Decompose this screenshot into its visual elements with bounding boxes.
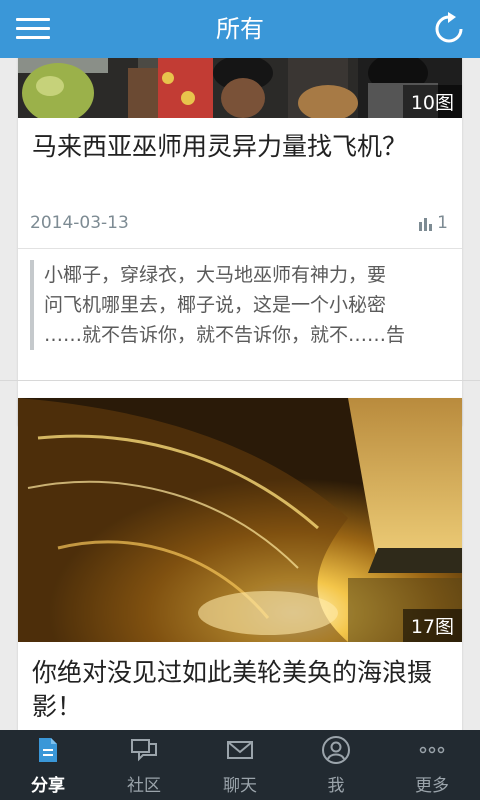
- tab-label: 更多: [415, 776, 449, 796]
- tab-more[interactable]: 更多: [384, 730, 480, 800]
- article-excerpt: 小椰子，穿绿衣，大马地巫师有神力，要 问飞机哪里去，椰子说，这是一个小秘密 ………: [30, 260, 452, 350]
- tab-community[interactable]: 社区: [96, 730, 192, 800]
- tab-label: 聊天: [223, 776, 257, 796]
- article-date: 2014-03-13: [30, 213, 129, 233]
- bottom-tab-bar: 分享 社区 聊天 我 更多: [0, 730, 480, 800]
- tab-chat[interactable]: 聊天: [192, 730, 288, 800]
- article-title[interactable]: 马来西亚巫师用灵异力量找飞机？: [32, 130, 432, 164]
- tab-me[interactable]: 我: [288, 730, 384, 800]
- refresh-icon[interactable]: [432, 12, 466, 46]
- profile-icon: [322, 736, 350, 764]
- card-divider: [18, 248, 462, 249]
- stats-icon: [419, 217, 433, 231]
- feed-card[interactable]: 10图 马来西亚巫师用灵异力量找飞机？ 2014-03-13 1 小椰子，穿绿衣…: [18, 58, 462, 425]
- card-photo[interactable]: 10图: [18, 58, 462, 118]
- more-icon: [419, 746, 445, 754]
- photo-wave: [18, 398, 462, 642]
- card-photo[interactable]: 17图: [18, 398, 462, 642]
- view-count-value: 1: [437, 213, 448, 233]
- feed-card[interactable]: 17图 你绝对没见过如此美轮美奂的海浪摄影！: [18, 398, 462, 730]
- excerpt-line: 问飞机哪里去，椰子说，这是一个小秘密: [44, 294, 387, 316]
- view-count: 1: [419, 213, 448, 233]
- tab-share[interactable]: 分享: [0, 730, 96, 800]
- page-title: 所有: [216, 15, 264, 43]
- tab-label: 社区: [127, 776, 161, 796]
- excerpt-line: ……就不告诉你，就不告诉你，就不……告: [44, 324, 406, 346]
- tab-label: 我: [327, 776, 345, 796]
- feed-separator: [0, 380, 480, 381]
- app-header: 所有: [0, 0, 480, 58]
- community-icon: [131, 739, 157, 762]
- image-count-badge: 17图: [402, 609, 462, 642]
- feed-list[interactable]: 10图 马来西亚巫师用灵异力量找飞机？ 2014-03-13 1 小椰子，穿绿衣…: [0, 58, 480, 730]
- mail-icon: [227, 741, 253, 759]
- image-count-badge: 10图: [402, 85, 462, 118]
- article-title[interactable]: 你绝对没见过如此美轮美奂的海浪摄影！: [32, 656, 432, 724]
- photo-people: [18, 58, 462, 118]
- share-icon: [39, 738, 57, 762]
- excerpt-line: 小椰子，穿绿衣，大马地巫师有神力，要: [44, 264, 387, 286]
- tab-label: 分享: [31, 776, 65, 796]
